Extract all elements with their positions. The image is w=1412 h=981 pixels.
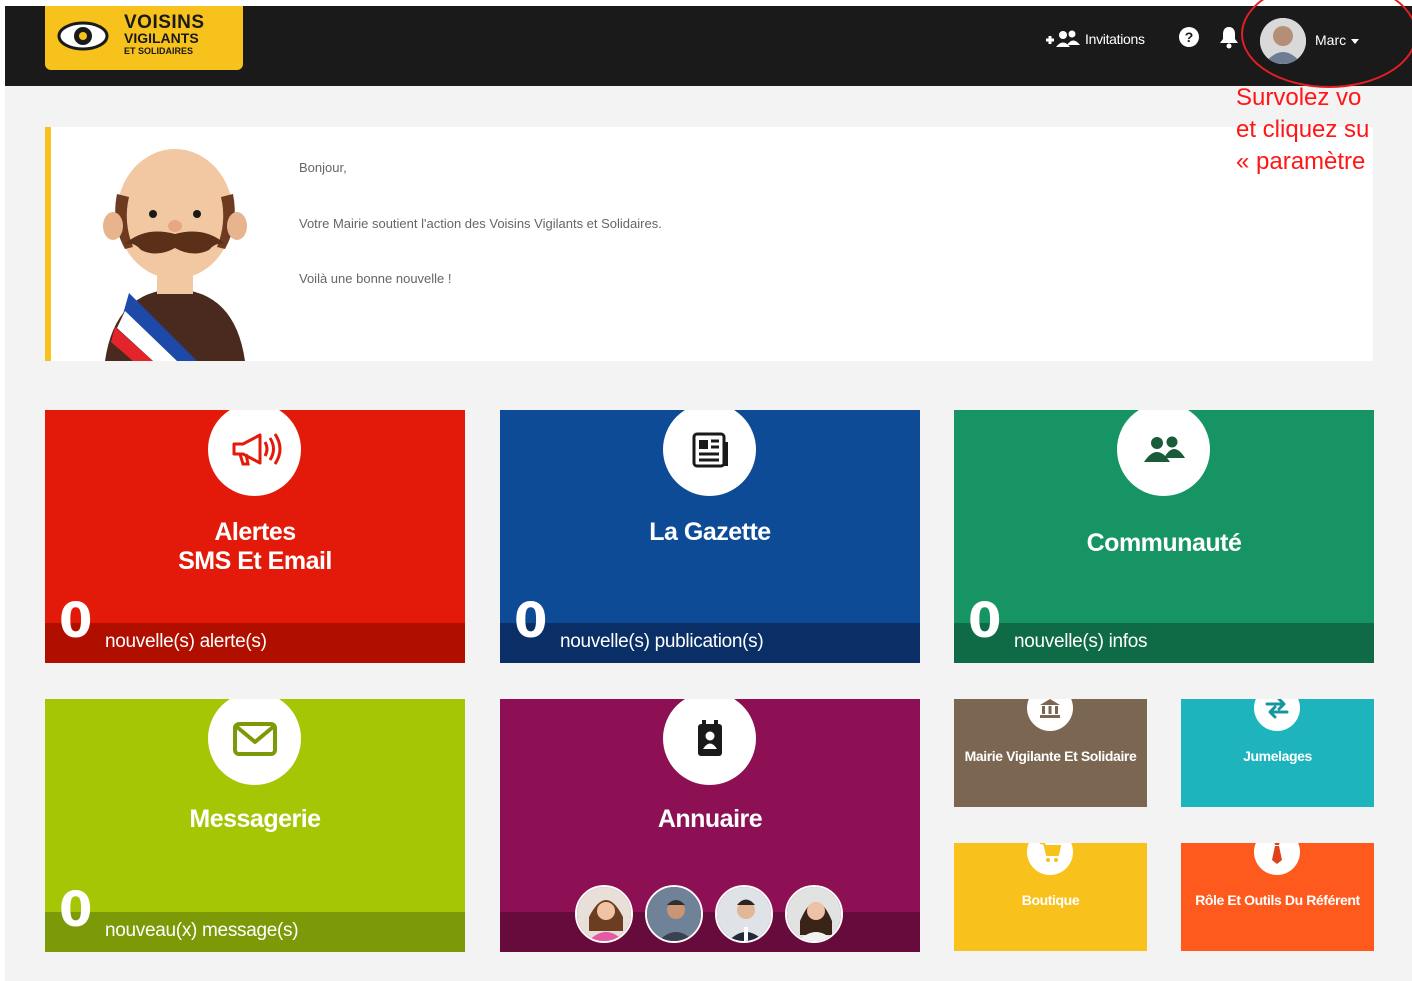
- user-photo-icon: [1260, 18, 1306, 64]
- tile-alertes[interactable]: Alertes SMS Et Email 0 nouvelle(s) alert…: [45, 410, 465, 663]
- exchange-icon: [1265, 699, 1289, 719]
- callout-line3: « paramètre: [1236, 148, 1366, 175]
- welcome-message: Votre Mairie soutient l'action des Voisi…: [299, 216, 662, 231]
- icon-circle: [663, 410, 756, 496]
- users-icon: [1143, 436, 1185, 462]
- tile-title: La Gazette: [649, 518, 771, 546]
- icon-circle: [1117, 410, 1210, 496]
- bell-icon[interactable]: [1218, 25, 1240, 49]
- message-count: 0: [59, 882, 93, 938]
- member-avatar[interactable]: [645, 885, 703, 943]
- welcome-news: Voilà une bonne nouvelle !: [299, 271, 452, 286]
- infos-count: 0: [968, 593, 1002, 649]
- page: VOISINS VIGILANTS ET SOLIDAIRES Invitati…: [5, 6, 1412, 981]
- envelope-icon: [232, 721, 277, 756]
- invitations-link[interactable]: Invitations: [1045, 29, 1145, 49]
- tile-title: Mairie Vigilante Et Solidaire: [964, 748, 1137, 764]
- tile-title: Jumelages: [1243, 748, 1312, 764]
- user-menu-toggle[interactable]: Marc: [1315, 32, 1360, 48]
- newspaper-icon: [692, 432, 728, 467]
- add-users-icon: [1046, 30, 1080, 47]
- invitations-label: Invitations: [1085, 31, 1145, 47]
- logo-line2: VIGILANTS: [124, 30, 199, 46]
- top-navbar: VOISINS VIGILANTS ET SOLIDAIRES Invitati…: [5, 6, 1412, 86]
- alert-count: 0: [59, 593, 93, 649]
- icon-circle: [1254, 843, 1300, 875]
- tile-boutique[interactable]: Boutique: [954, 843, 1147, 951]
- tile-annuaire[interactable]: Annuaire: [500, 699, 920, 952]
- icon-circle: [1254, 699, 1300, 731]
- member-photo-icon: [647, 887, 701, 941]
- publication-count: 0: [514, 593, 548, 649]
- help-icon[interactable]: ?: [1179, 27, 1199, 47]
- tile-communaute[interactable]: Communauté 0 nouvelle(s) infos: [954, 410, 1374, 663]
- member-photo-icon: [577, 887, 631, 941]
- member-avatars: [575, 885, 843, 943]
- eye-logo-icon: [57, 21, 109, 51]
- cart-icon: [1040, 843, 1061, 862]
- welcome-greeting: Bonjour,: [299, 160, 347, 175]
- icon-circle: [1027, 699, 1073, 731]
- welcome-panel: Bonjour, Votre Mairie soutient l'action …: [45, 127, 1373, 361]
- publication-count-label: nouvelle(s) publication(s): [560, 631, 764, 652]
- tile-referent[interactable]: Rôle Et Outils Du Référent: [1181, 843, 1374, 951]
- member-photo-icon: [717, 887, 771, 941]
- callout-line1: Survolez vo: [1236, 84, 1362, 111]
- mayor-illustration-icon: [103, 149, 247, 361]
- tile-title: Annuaire: [657, 805, 763, 833]
- tile-title: Alertes: [214, 518, 296, 546]
- user-name-label: Marc: [1315, 32, 1347, 48]
- tie-icon: [1272, 843, 1282, 864]
- tutorial-callout: Survolez vo et cliquez su « paramètre: [1236, 82, 1369, 178]
- tile-title: Communauté: [1086, 529, 1242, 557]
- logo-line3: ET SOLIDAIRES: [124, 46, 194, 56]
- tile-messagerie[interactable]: Messagerie 0 nouveau(x) message(s): [45, 699, 465, 952]
- infos-count-label: nouvelle(s) infos: [1014, 631, 1148, 652]
- chevron-down-icon: [1351, 38, 1360, 44]
- icon-circle: [208, 699, 301, 785]
- bank-icon: [1040, 699, 1060, 718]
- member-avatar[interactable]: [715, 885, 773, 943]
- tile-title: Messagerie: [189, 805, 321, 833]
- icon-circle: [208, 410, 301, 496]
- member-photo-icon: [787, 887, 841, 941]
- address-book-icon: [697, 719, 722, 756]
- user-avatar[interactable]: [1260, 18, 1306, 64]
- tile-gazette[interactable]: La Gazette 0 nouvelle(s) publication(s): [500, 410, 920, 663]
- tile-title: Boutique: [1021, 892, 1080, 908]
- tile-jumelages[interactable]: Jumelages: [1181, 699, 1374, 807]
- callout-line2: et cliquez su: [1236, 116, 1370, 143]
- message-count-label: nouveau(x) message(s): [105, 920, 299, 941]
- icon-circle: [1027, 843, 1073, 875]
- tile-subtitle: SMS Et Email: [178, 547, 332, 575]
- logo[interactable]: VOISINS VIGILANTS ET SOLIDAIRES: [45, 6, 243, 70]
- tile-mairie[interactable]: Mairie Vigilante Et Solidaire: [954, 699, 1147, 807]
- alert-count-label: nouvelle(s) alerte(s): [105, 631, 267, 652]
- member-avatar[interactable]: [575, 885, 633, 943]
- member-avatar[interactable]: [785, 885, 843, 943]
- icon-circle: [663, 699, 756, 785]
- tile-title: Rôle Et Outils Du Référent: [1195, 892, 1360, 908]
- megaphone-icon: [232, 432, 281, 465]
